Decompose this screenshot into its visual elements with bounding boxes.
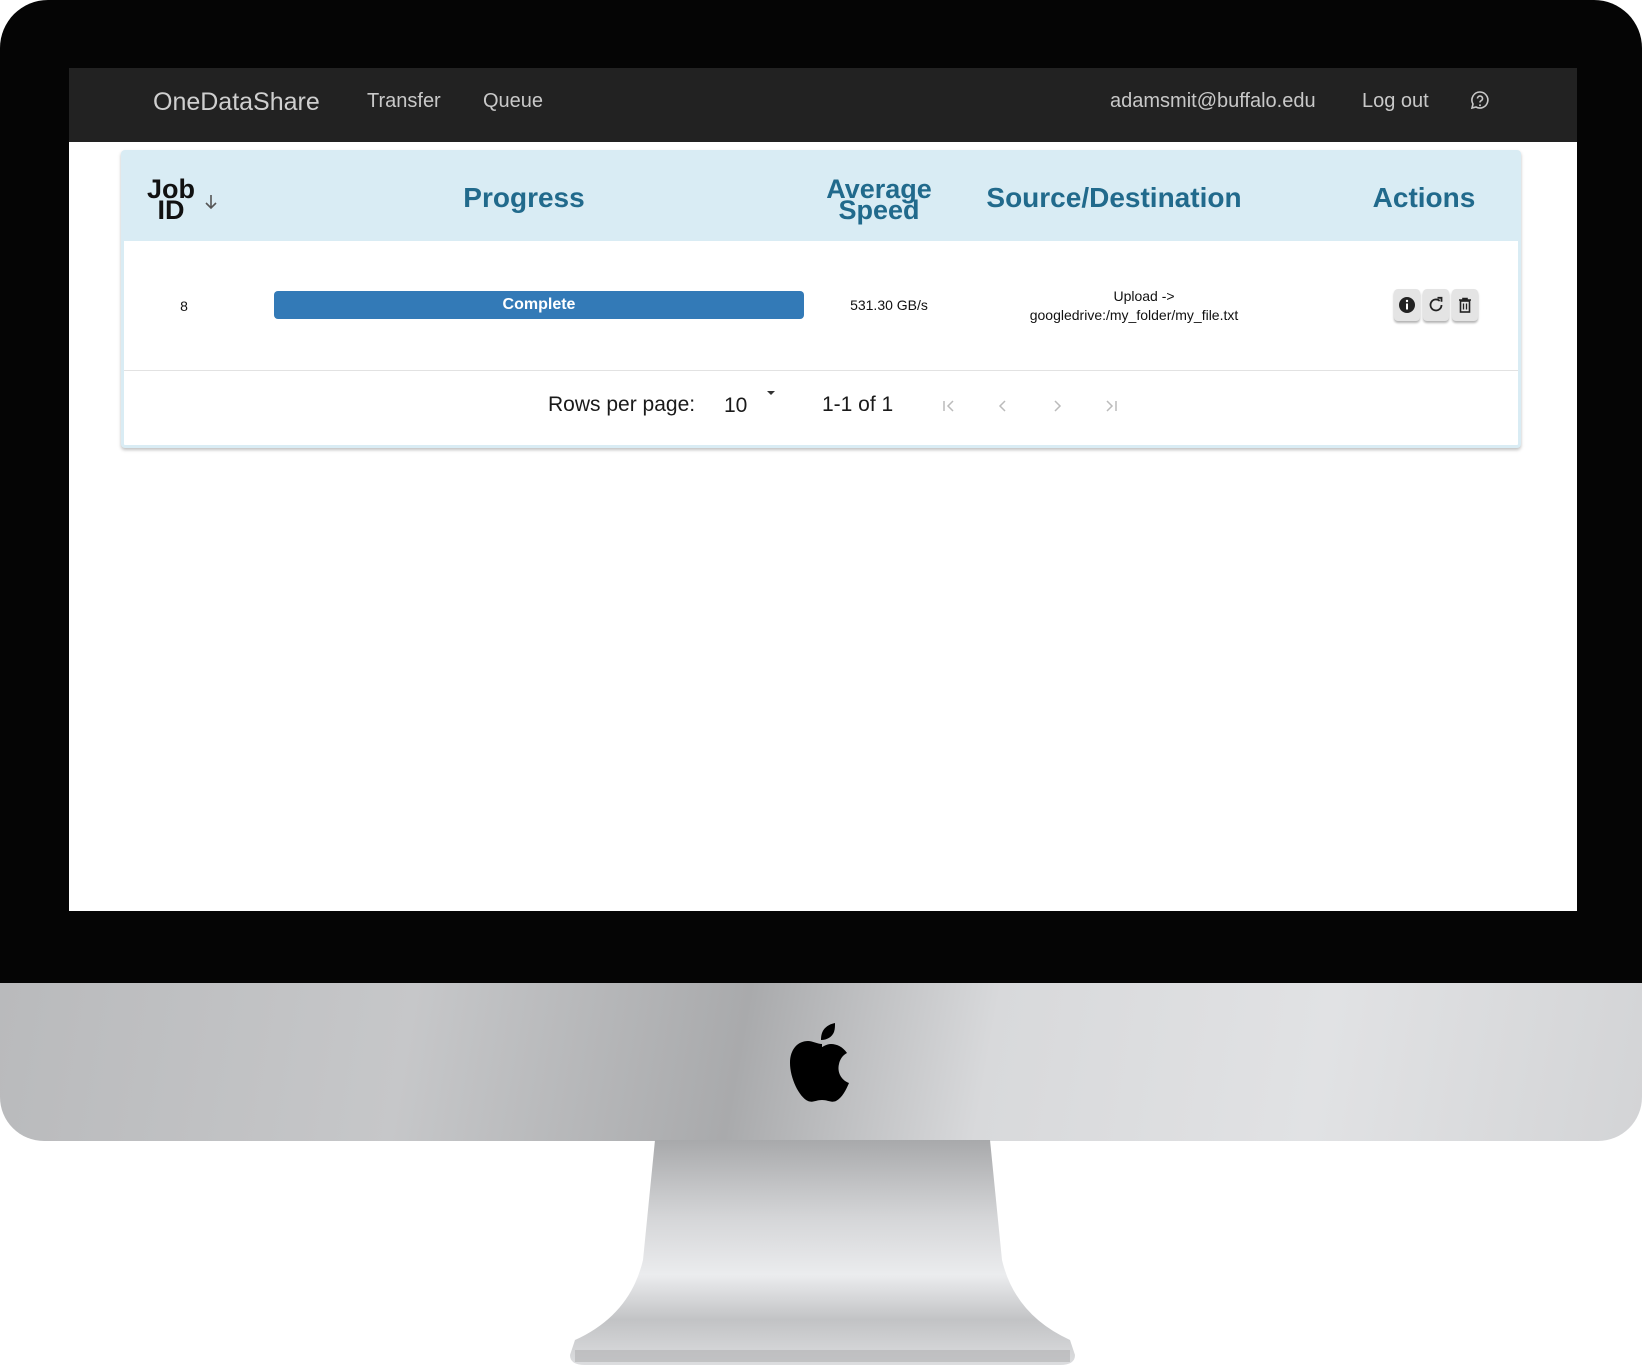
- nav-link-transfer[interactable]: Transfer: [367, 90, 441, 113]
- progress-label: Complete: [502, 296, 576, 313]
- apple-logo-icon: [790, 1023, 849, 1102]
- top-navbar: OneDataShare Transfer Queue adamsmit@buf…: [69, 68, 1577, 142]
- table-pagination: Rows per page: 10 1-1 of 1: [124, 371, 1518, 445]
- pagination-range: 1-1 of 1: [822, 393, 894, 416]
- info-icon: [1399, 297, 1415, 313]
- app-screen: OneDataShare Transfer Queue adamsmit@buf…: [69, 68, 1577, 911]
- monitor-stand: [570, 1140, 1075, 1365]
- trash-icon: [1459, 297, 1471, 313]
- job-id-cell: 8: [180, 298, 188, 314]
- rows-per-page-value: 10: [724, 394, 748, 417]
- next-page-icon[interactable]: [1048, 397, 1066, 415]
- rows-per-page-select[interactable]: 10: [724, 389, 788, 423]
- last-page-icon[interactable]: [1102, 397, 1120, 415]
- column-header-progress: Progress: [463, 182, 585, 213]
- logout-link[interactable]: Log out: [1362, 90, 1429, 113]
- column-header-actions: Actions: [1372, 182, 1476, 213]
- restart-icon: [1429, 296, 1443, 312]
- progress-bar: Complete: [274, 291, 804, 319]
- column-header-job-id[interactable]: Job ID: [146, 176, 196, 224]
- arrow-down-icon[interactable]: [204, 193, 218, 211]
- source-destination-cell: Upload -> googledrive:/my_folder/my_file…: [974, 287, 1294, 325]
- nav-link-queue[interactable]: Queue: [483, 90, 543, 113]
- column-header-source-destination: Source/Destination: [986, 182, 1242, 213]
- queue-table: Job ID Progress Average Speed Source/Des…: [121, 150, 1521, 448]
- restart-button[interactable]: [1423, 289, 1449, 321]
- destination-text: googledrive:/my_folder/my_file.txt: [1029, 307, 1239, 323]
- info-button[interactable]: [1394, 289, 1420, 321]
- table-header: Job ID Progress Average Speed Source/Des…: [124, 153, 1518, 241]
- previous-page-icon[interactable]: [994, 397, 1012, 415]
- brand-link[interactable]: OneDataShare: [153, 88, 320, 117]
- help-circle-icon[interactable]: [1469, 90, 1491, 112]
- delete-button[interactable]: [1452, 289, 1478, 321]
- average-speed-cell: 531.30 GB/s: [850, 297, 928, 313]
- user-email: adamsmit@buffalo.edu: [1110, 90, 1316, 112]
- first-page-icon[interactable]: [940, 397, 958, 415]
- source-text: Upload ->: [1113, 288, 1175, 304]
- rows-per-page-label: Rows per page:: [548, 393, 696, 416]
- row-actions: [1394, 289, 1484, 323]
- table-row: 8 Complete 531.30 GB/s Upload -> googled…: [124, 241, 1518, 371]
- chevron-down-icon: [767, 391, 775, 395]
- column-header-average-speed: Average Speed: [809, 176, 949, 224]
